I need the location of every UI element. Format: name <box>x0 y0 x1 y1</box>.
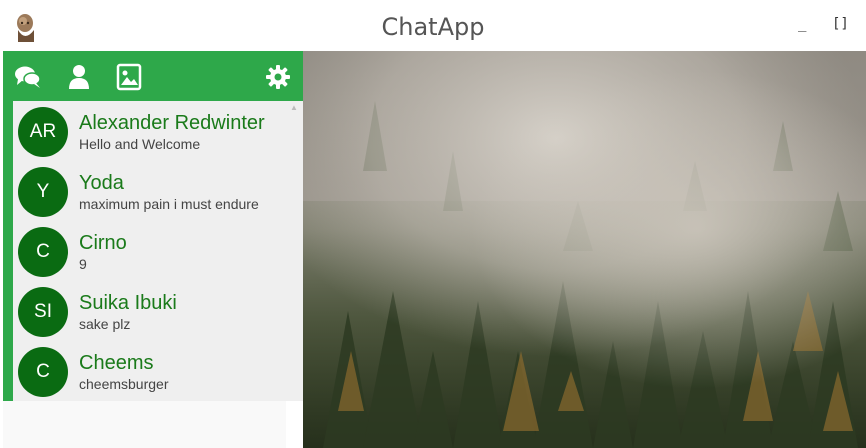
contact-name: Yoda <box>79 172 124 194</box>
contact-item[interactable]: C Cirno 9 <box>13 221 290 281</box>
contact-last-message: cheemsburger <box>79 376 169 392</box>
contact-item[interactable]: AR Alexander Redwinter Hello and Welcome <box>13 101 290 161</box>
contact-last-message: 9 <box>79 256 87 272</box>
contact-name: Suika Ibuki <box>79 292 177 314</box>
sidebar-toolbar <box>3 51 303 101</box>
contact-item[interactable]: SI Suika Ibuki sake plz <box>13 281 290 341</box>
minimize-button[interactable]: _ <box>798 16 806 32</box>
contact-list[interactable]: ▲ AR Alexander Redwinter Hello and Welco… <box>13 101 303 401</box>
contact-item[interactable]: C Cheems cheemsburger <box>13 341 290 401</box>
scroll-up-icon[interactable]: ▲ <box>290 103 298 112</box>
sidebar-accent-strip <box>3 101 13 401</box>
image-icon[interactable] <box>115 63 143 91</box>
avatar: AR <box>18 107 68 157</box>
contact-last-message: maximum pain i must endure <box>79 196 259 212</box>
avatar: C <box>18 227 68 277</box>
contact-name: Cheems <box>79 352 154 374</box>
contact-item[interactable]: Y Yoda maximum pain i must endure <box>13 161 290 221</box>
user-icon[interactable] <box>65 63 93 91</box>
title-bar: ChatApp _ [] <box>0 0 866 51</box>
gear-icon[interactable] <box>264 63 292 91</box>
avatar: Y <box>18 167 68 217</box>
background-image <box>303 51 866 448</box>
maximize-button[interactable]: [] <box>832 16 849 32</box>
avatar: SI <box>18 287 68 337</box>
avatar: C <box>18 347 68 397</box>
contact-name: Alexander Redwinter <box>79 112 265 134</box>
contact-last-message: Hello and Welcome <box>79 136 201 152</box>
chat-bubbles-icon[interactable] <box>14 63 42 91</box>
contact-last-message: sake plz <box>79 316 131 332</box>
sidebar: ▲ AR Alexander Redwinter Hello and Welco… <box>0 51 303 448</box>
contact-name: Cirno <box>79 232 127 254</box>
window-title: ChatApp <box>381 13 485 41</box>
sidebar-empty-area <box>3 401 286 448</box>
